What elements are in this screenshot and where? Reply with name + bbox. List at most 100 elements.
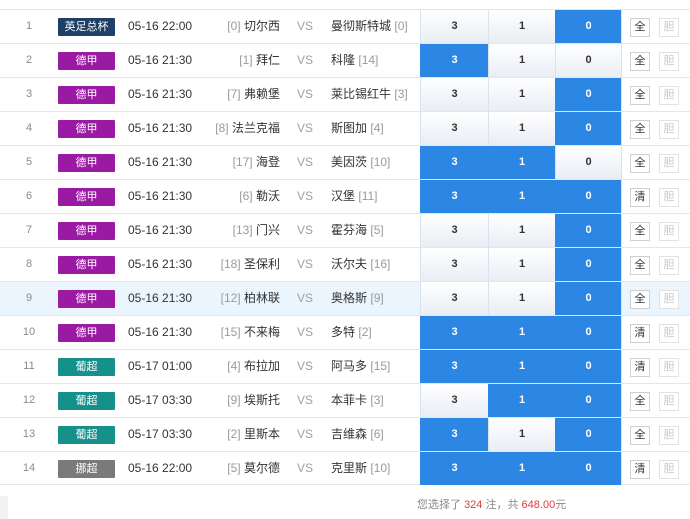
match-number: 2	[25, 54, 33, 66]
home-rank: [4]	[227, 359, 241, 373]
away-team: 霍芬海 [5]	[331, 214, 421, 247]
odds-option-win[interactable]: 3	[420, 44, 488, 77]
odds-option-loss[interactable]: 0	[555, 180, 622, 213]
odds-option-win[interactable]: 3	[420, 146, 488, 179]
vs-label: VS	[296, 461, 313, 475]
odds-option-win[interactable]: 3	[420, 316, 488, 349]
select-all-button[interactable]: 全	[630, 86, 650, 105]
banker-button[interactable]: 胆	[659, 18, 679, 37]
select-all-button[interactable]: 全	[630, 290, 650, 309]
league-badge: 德甲	[58, 222, 115, 240]
odds-option-loss[interactable]: 0	[555, 78, 622, 111]
odds-option-loss[interactable]: 0	[555, 282, 622, 315]
odds-option-win[interactable]: 3	[420, 248, 488, 281]
league-badge: 英足总杯	[58, 18, 115, 36]
banker-button[interactable]: 胆	[659, 86, 679, 105]
vs-label: VS	[296, 19, 313, 33]
odds-option-win[interactable]: 3	[420, 180, 488, 213]
odds-option-draw[interactable]: 1	[488, 452, 555, 485]
banker-button[interactable]: 胆	[659, 324, 679, 343]
odds-option-win[interactable]: 3	[420, 418, 488, 451]
odds-option-draw[interactable]: 1	[488, 180, 555, 213]
odds-option-loss[interactable]: 0	[555, 350, 622, 383]
odds-option-win[interactable]: 3	[420, 384, 488, 417]
banker-button[interactable]: 胆	[659, 188, 679, 207]
select-all-button[interactable]: 清	[630, 460, 650, 479]
banker-button[interactable]: 胆	[659, 120, 679, 139]
match-row: 5 德甲 05-16 21:30 [17] 海登 VS 美因茨 [10] 3 1 0 全胆	[0, 145, 690, 179]
odds-option-loss[interactable]: 0	[555, 418, 622, 451]
match-row: 2 德甲 05-16 21:30 [1] 拜仁 VS 科隆 [14] 3 1 0 全胆	[0, 43, 690, 77]
select-all-button[interactable]: 全	[630, 426, 650, 445]
home-team: [9] 埃斯托	[190, 384, 280, 417]
odds-option-win[interactable]: 3	[420, 214, 488, 247]
odds-option-draw[interactable]: 1	[488, 146, 555, 179]
odds-option-win[interactable]: 3	[420, 350, 488, 383]
select-all-button[interactable]: 全	[630, 18, 650, 37]
vs-label: VS	[296, 359, 313, 373]
odds-option-draw[interactable]: 1	[488, 282, 555, 315]
odds-option-win[interactable]: 3	[420, 112, 488, 145]
odds-option-draw[interactable]: 1	[488, 10, 555, 43]
odds-option-win[interactable]: 3	[420, 78, 488, 111]
banker-button[interactable]: 胆	[659, 358, 679, 377]
odds-option-loss[interactable]: 0	[555, 214, 622, 247]
select-all-button[interactable]: 全	[630, 52, 650, 71]
match-time: 05-16 21:30	[128, 325, 193, 339]
banker-button[interactable]: 胆	[659, 52, 679, 71]
select-all-button[interactable]: 清	[630, 188, 650, 207]
odds-option-draw[interactable]: 1	[488, 418, 555, 451]
select-all-button[interactable]: 清	[630, 358, 650, 377]
match-time: 05-17 03:30	[128, 427, 193, 441]
home-rank: [13]	[232, 223, 253, 237]
odds-option-loss[interactable]: 0	[555, 44, 622, 77]
odds-option-loss[interactable]: 0	[555, 316, 622, 349]
odds-option-loss[interactable]: 0	[555, 384, 622, 417]
select-all-button[interactable]: 全	[630, 154, 650, 173]
summary-suffix: 元	[555, 499, 567, 511]
select-all-button[interactable]: 全	[630, 256, 650, 275]
banker-button[interactable]: 胆	[659, 256, 679, 275]
league-badge: 德甲	[58, 86, 115, 104]
banker-button[interactable]: 胆	[659, 426, 679, 445]
odds-option-draw[interactable]: 1	[488, 78, 555, 111]
odds-option-draw[interactable]: 1	[488, 112, 555, 145]
select-all-button[interactable]: 清	[630, 324, 650, 343]
banker-button[interactable]: 胆	[659, 460, 679, 479]
away-rank: [4]	[370, 121, 384, 135]
odds-option-loss[interactable]: 0	[555, 112, 622, 145]
away-team: 克里斯 [10]	[331, 452, 421, 485]
odds-option-win[interactable]: 3	[420, 10, 488, 43]
summary-prefix: 您选择了	[417, 499, 461, 511]
odds-option-draw[interactable]: 1	[488, 248, 555, 281]
odds-option-draw[interactable]: 1	[488, 214, 555, 247]
odds-option-loss[interactable]: 0	[555, 248, 622, 281]
away-team: 曼彻斯特城 [0]	[331, 10, 421, 43]
odds-option-draw[interactable]: 1	[488, 384, 555, 417]
banker-button[interactable]: 胆	[659, 290, 679, 309]
odds-option-loss[interactable]: 0	[555, 10, 622, 43]
odds-option-loss[interactable]: 0	[555, 146, 622, 179]
match-time: 05-16 21:30	[128, 87, 193, 101]
select-all-button[interactable]: 全	[630, 222, 650, 241]
odds-option-win[interactable]: 3	[420, 452, 488, 485]
away-team-name: 美因茨	[331, 155, 368, 169]
odds-option-loss[interactable]: 0	[555, 452, 622, 485]
banker-button[interactable]: 胆	[659, 222, 679, 241]
home-team: [13] 门兴	[190, 214, 280, 247]
banker-button[interactable]: 胆	[659, 154, 679, 173]
vs-label: VS	[296, 393, 313, 407]
home-team: [1] 拜仁	[190, 44, 280, 77]
home-team: [5] 莫尔德	[190, 452, 280, 485]
odds-option-draw[interactable]: 1	[488, 316, 555, 349]
odds-option-draw[interactable]: 1	[488, 350, 555, 383]
away-rank: [5]	[370, 223, 384, 237]
match-number: 7	[25, 224, 33, 236]
banker-button[interactable]: 胆	[659, 392, 679, 411]
match-row: 12 葡超 05-17 03:30 [9] 埃斯托 VS 本菲卡 [3] 3 1 0 全胆	[0, 383, 690, 417]
select-all-button[interactable]: 全	[630, 120, 650, 139]
match-number: 3	[25, 88, 33, 100]
odds-option-draw[interactable]: 1	[488, 44, 555, 77]
select-all-button[interactable]: 全	[630, 392, 650, 411]
odds-option-win[interactable]: 3	[420, 282, 488, 315]
